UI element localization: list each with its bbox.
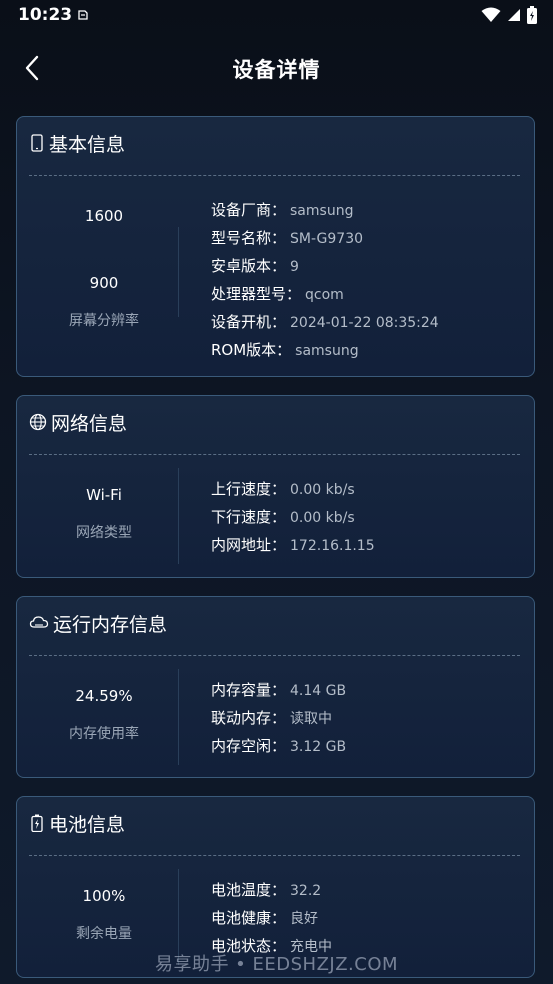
- info-value: 4.14 GB: [290, 683, 347, 699]
- info-key: 下行速度：: [211, 508, 287, 526]
- info-key: 电池温度：: [211, 881, 287, 899]
- info-key: 电池健康：: [211, 909, 287, 927]
- info-key: 处理器型号：: [211, 285, 302, 303]
- page-title: 设备详情: [232, 58, 321, 82]
- globe-icon: [29, 413, 47, 431]
- device-details-screen: 10:23 设备详情 基本信息 1600 900 屏幕分辨率 设备厂商： sam…: [0, 0, 553, 984]
- resolution-block: 1600 900 屏幕分辨率: [29, 175, 179, 375]
- basic-info-card: 基本信息 1600 900 屏幕分辨率 设备厂商： samsung 型号名称： SM…: [16, 116, 535, 377]
- battery-info-title: 电池信息: [49, 813, 126, 836]
- info-key: 设备开机：: [211, 313, 287, 331]
- info-key: 内存空闲：: [211, 737, 287, 755]
- basic-info-list: 设备厂商： samsung 型号名称： SM-G9730 安卓版本： 9 处理器型号：…: [211, 196, 526, 364]
- info-key: 安卓版本：: [211, 257, 287, 275]
- info-key: 联动内存：: [211, 709, 287, 727]
- info-row-boot-time: 设备开机： 2024-01-22 08:35:24: [211, 308, 526, 336]
- wifi-icon: [481, 7, 501, 22]
- info-row-rom-version: ROM版本： samsung: [211, 336, 526, 364]
- memory-usage-block: 24.59% 内存使用率: [29, 655, 179, 775]
- info-value: 0.00 kb/s: [290, 482, 355, 498]
- info-key: 内网地址：: [211, 536, 287, 554]
- network-info-card: 网络信息 Wi-Fi 网络类型 上行速度： 0.00 kb/s 下行速度： 0.00…: [16, 395, 535, 578]
- battery-level-value: 100%: [82, 887, 126, 905]
- resolution-label: 屏幕分辨率: [69, 313, 139, 329]
- memory-info-card: 运行内存信息 24.59% 内存使用率 内存容量： 4.14 GB 联动内存： 读取…: [16, 596, 535, 778]
- info-row-lan-address: 内网地址： 172.16.1.15: [211, 531, 526, 559]
- info-value: samsung: [295, 343, 359, 359]
- network-info-title: 网络信息: [51, 412, 128, 435]
- info-row-battery-health: 电池健康： 良好: [211, 904, 526, 932]
- memory-usage-value: 24.59%: [75, 687, 133, 705]
- info-key: 型号名称：: [211, 229, 287, 247]
- info-row-download-speed: 下行速度： 0.00 kb/s: [211, 503, 526, 531]
- info-value: 172.16.1.15: [290, 538, 375, 554]
- info-value: 0.00 kb/s: [290, 510, 355, 526]
- info-row-memory-free: 内存空闲： 3.12 GB: [211, 732, 526, 760]
- cellular-signal-icon: [508, 9, 520, 21]
- memory-info-title: 运行内存信息: [53, 613, 168, 636]
- basic-info-header: 基本信息: [29, 129, 125, 157]
- battery-info-header: 电池信息: [29, 809, 125, 837]
- network-type-value: Wi-Fi: [86, 486, 122, 504]
- resolution-width-value: 900: [89, 274, 119, 292]
- info-row-memory-capacity: 内存容量： 4.14 GB: [211, 676, 526, 704]
- status-icons: [481, 6, 537, 24]
- battery-info-list: 电池温度： 32.2 电池健康： 良好 电池状态： 充电中: [211, 876, 526, 960]
- memory-info-list: 内存容量： 4.14 GB 联动内存： 读取中 内存空闲： 3.12 GB: [211, 676, 526, 760]
- info-row-model: 型号名称： SM-G9730: [211, 224, 526, 252]
- info-value: 2024-01-22 08:35:24: [290, 315, 439, 331]
- info-key: 设备厂商：: [211, 201, 287, 219]
- battery-level-label: 剩余电量: [76, 926, 132, 942]
- notification-app-icon: [78, 10, 88, 20]
- memory-usage-label: 内存使用率: [69, 726, 139, 742]
- network-type-block: Wi-Fi 网络类型: [29, 454, 179, 574]
- info-value: 9: [290, 259, 299, 275]
- nav-bar: 设备详情: [0, 40, 553, 96]
- phone-icon: [31, 134, 43, 152]
- network-type-label: 网络类型: [76, 525, 132, 541]
- memory-info-vertical-divider: [178, 669, 179, 765]
- network-info-vertical-divider: [178, 468, 179, 564]
- basic-info-vertical-divider: [178, 227, 179, 317]
- info-value: samsung: [290, 203, 354, 219]
- battery-icon: [31, 814, 43, 832]
- info-key: ROM版本：: [211, 341, 292, 359]
- info-value: 良好: [290, 911, 319, 927]
- info-value: SM-G9730: [290, 231, 364, 247]
- info-value: qcom: [305, 287, 344, 303]
- battery-charging-icon: [527, 6, 537, 24]
- info-value: 3.12 GB: [290, 739, 347, 755]
- info-value: 读取中: [290, 711, 333, 727]
- watermark-text: 易享助手 • EEDSHZJZ.COM: [154, 954, 399, 975]
- info-value: 32.2: [290, 883, 322, 899]
- info-row-linked-memory: 联动内存： 读取中: [211, 704, 526, 732]
- status-time: 10:23: [18, 5, 73, 25]
- info-row-android-version: 安卓版本： 9: [211, 252, 526, 280]
- info-row-manufacturer: 设备厂商： samsung: [211, 196, 526, 224]
- info-key: 内存容量：: [211, 681, 287, 699]
- memory-info-header: 运行内存信息: [29, 609, 167, 637]
- info-row-upload-speed: 上行速度： 0.00 kb/s: [211, 475, 526, 503]
- info-row-battery-temperature: 电池温度： 32.2: [211, 876, 526, 904]
- cloud-icon: [29, 616, 49, 628]
- status-bar: 10:23: [0, 0, 553, 32]
- network-info-header: 网络信息: [29, 408, 127, 436]
- basic-info-title: 基本信息: [49, 133, 126, 156]
- info-key: 上行速度：: [211, 480, 287, 498]
- info-row-processor: 处理器型号： qcom: [211, 280, 526, 308]
- network-info-list: 上行速度： 0.00 kb/s 下行速度： 0.00 kb/s 内网地址： 172.1…: [211, 475, 526, 559]
- resolution-height-value: 1600: [84, 207, 124, 225]
